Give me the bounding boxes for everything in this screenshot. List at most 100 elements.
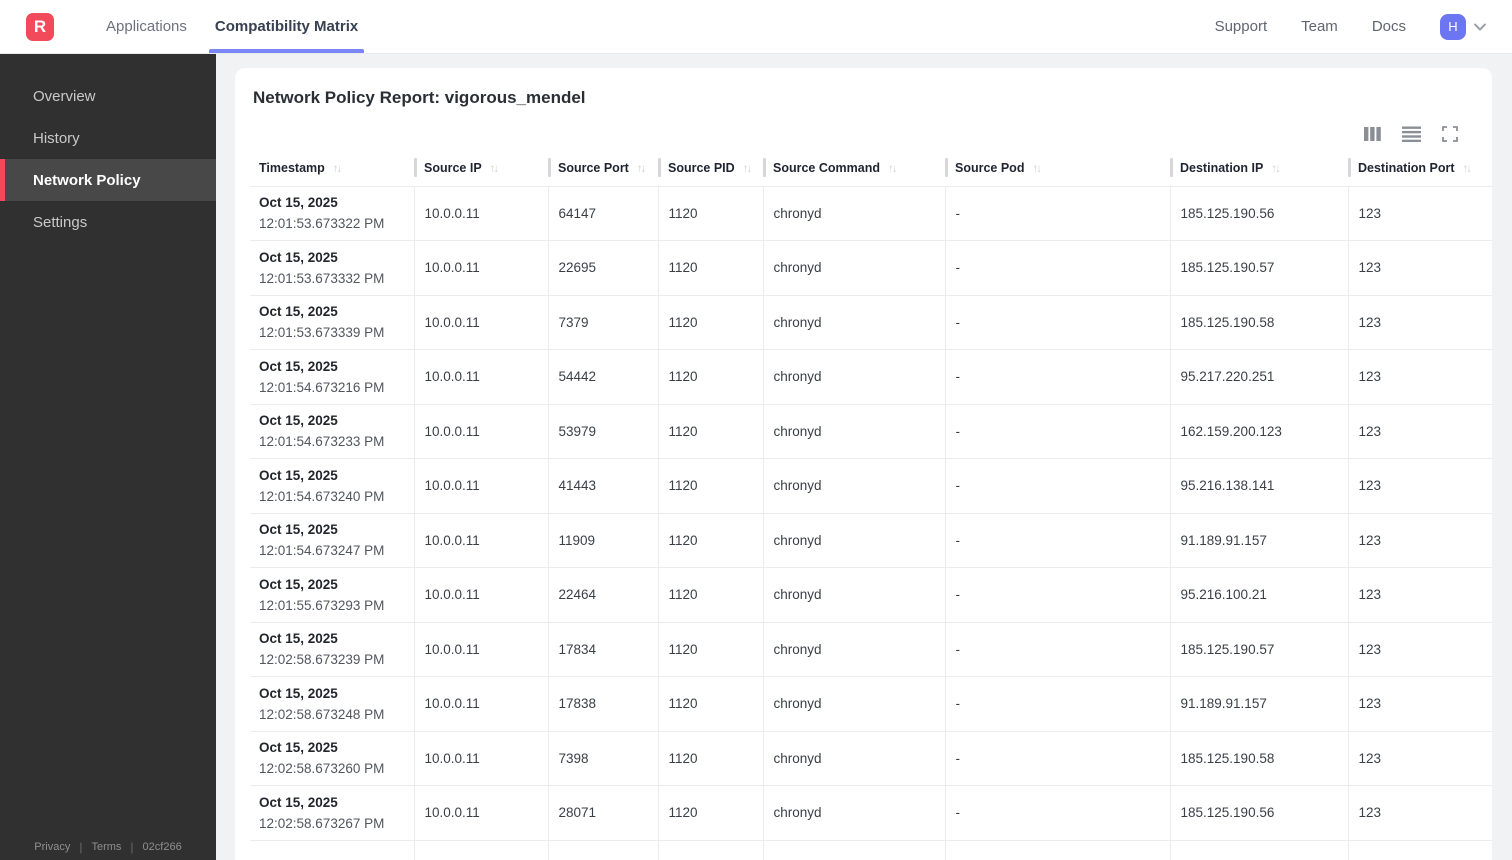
table-toolbar: [235, 124, 1492, 144]
column-header-source_pid[interactable]: Source PID ↑↓: [658, 156, 763, 186]
cell-source_pid: 1120: [657, 458, 763, 513]
tab-applications[interactable]: Applications: [92, 0, 201, 53]
cell-source_command: chronyd: [762, 512, 945, 568]
sort-icon[interactable]: ↑↓: [1271, 163, 1280, 175]
cell-source_pid: 1120: [657, 730, 763, 786]
cell-destination_port: 123: [1347, 185, 1492, 241]
cell-source_pod: -: [944, 403, 1170, 459]
cell-source_pid: 1120: [657, 185, 763, 241]
cell-destination_port: 123: [1347, 240, 1492, 295]
column-label: Source Port: [558, 160, 629, 175]
support-link[interactable]: Support: [1215, 18, 1268, 35]
cell-timestamp: Oct 15, 2025 12:01:54.673247 PM: [250, 512, 414, 568]
cell-source_pid: 1120: [657, 512, 763, 568]
user-menu[interactable]: H: [1440, 13, 1488, 40]
page-title: Network Policy Report: vigorous_mendel: [253, 88, 586, 107]
team-link[interactable]: Team: [1301, 18, 1338, 35]
top-right-links: Support Team Docs H: [1215, 0, 1512, 53]
cell-destination_port: 123: [1347, 676, 1492, 731]
table-row: Oct 15, 2025 12:01:53.673339 PM 10.0.0.11 7…: [250, 294, 1492, 350]
timestamp-time: 12:01:53.673339 PM: [259, 325, 385, 341]
sort-icon[interactable]: ↑↓: [637, 163, 646, 175]
cell-source_ip: 10.0.0.11: [413, 403, 548, 459]
cell-source_ip: 10.0.0.11: [413, 567, 548, 622]
sort-icon[interactable]: ↑↓: [888, 163, 897, 175]
cell-source_ip: 10.0.0.11: [413, 240, 548, 295]
docs-link[interactable]: Docs: [1372, 18, 1406, 35]
column-header-timestamp[interactable]: Timestamp ↑↓: [250, 156, 414, 186]
sort-icon[interactable]: ↑↓: [1032, 163, 1041, 175]
timestamp-time: 12:02:58.673267 PM: [259, 815, 385, 831]
sort-icon[interactable]: ↑↓: [333, 163, 342, 175]
cell-destination_port: 123: [1347, 621, 1492, 677]
cell-destination_ip: 95.216.100.21: [1169, 567, 1348, 622]
sidebar-item-overview[interactable]: Overview: [0, 75, 216, 117]
app-logo[interactable]: R: [26, 12, 54, 41]
cell-timestamp: Oct 15, 2025: [250, 839, 414, 860]
columns-icon[interactable]: [1364, 126, 1381, 142]
cell-destination_port: 123: [1347, 403, 1492, 459]
cell-source_port: 53979: [547, 403, 658, 459]
column-label: Timestamp: [259, 160, 325, 175]
fullscreen-icon[interactable]: [1442, 126, 1458, 142]
timestamp-date: Oct 15, 2025: [259, 195, 338, 211]
column-header-destination_port[interactable]: Destination Port ↑↓: [1348, 156, 1492, 186]
rows-icon[interactable]: [1402, 126, 1421, 142]
cell-source_pod: -: [944, 349, 1170, 404]
terms-link[interactable]: Terms: [91, 841, 121, 853]
cell-source_command: chronyd: [762, 294, 945, 350]
cell-source_pod: -: [944, 458, 1170, 513]
cell-source_ip: 10.0.0.11: [413, 512, 548, 568]
column-header-source_port[interactable]: Source Port ↑↓: [548, 156, 658, 186]
cell-source_port: 54442: [547, 349, 658, 404]
cell-source_command: [762, 839, 945, 860]
sidebar-item-settings[interactable]: Settings: [0, 201, 216, 243]
timestamp-time: 12:01:54.673233 PM: [259, 434, 385, 450]
cell-destination_port: 123: [1347, 512, 1492, 568]
column-header-destination_ip[interactable]: Destination IP ↑↓: [1170, 156, 1348, 186]
timestamp-date: Oct 15, 2025: [259, 522, 338, 538]
cell-source_pid: 1120: [657, 676, 763, 731]
sort-icon[interactable]: ↑↓: [1463, 163, 1472, 175]
chevron-down-icon[interactable]: [1472, 19, 1488, 35]
sidebar-item-history[interactable]: History: [0, 117, 216, 159]
privacy-link[interactable]: Privacy: [34, 841, 70, 853]
cell-destination_ip: 185.125.190.56: [1169, 185, 1348, 241]
cell-source_ip: 10.0.0.11: [413, 458, 548, 513]
table-row: Oct 15, 2025 12:01:53.673322 PM 10.0.0.11 6…: [250, 185, 1492, 241]
cell-source_pid: [657, 839, 763, 860]
timestamp-time: 12:01:54.673247 PM: [259, 543, 385, 559]
cell-source_command: chronyd: [762, 185, 945, 241]
cell-source_pod: [944, 839, 1170, 860]
cell-timestamp: Oct 15, 2025 12:01:53.673332 PM: [250, 240, 414, 295]
column-header-source_ip[interactable]: Source IP ↑↓: [414, 156, 548, 186]
cell-destination_port: 123: [1347, 349, 1492, 404]
cell-source_port: 17834: [547, 621, 658, 677]
sidebar-footer: Privacy | Terms | 02cf266: [0, 840, 216, 854]
cell-source_ip: 10.0.0.11: [413, 676, 548, 731]
timestamp-date: Oct 15, 2025: [259, 413, 338, 429]
timestamp-date: Oct 15, 2025: [259, 304, 338, 320]
cell-source_port: 22464: [547, 567, 658, 622]
sidebar-item-network-policy[interactable]: Network Policy: [0, 159, 216, 201]
sort-icon[interactable]: ↑↓: [490, 163, 499, 175]
cell-source_port: 7379: [547, 294, 658, 350]
column-header-source_pod[interactable]: Source Pod ↑↓: [945, 156, 1170, 186]
table-row: Oct 15, 2025 12:01:54.673247 PM 10.0.0.11 1…: [250, 512, 1492, 568]
column-header-source_command[interactable]: Source Command ↑↓: [763, 156, 945, 186]
avatar[interactable]: H: [1440, 13, 1466, 40]
tab-compatibility-matrix[interactable]: Compatibility Matrix: [201, 0, 372, 53]
cell-destination_ip: 95.216.138.141: [1169, 458, 1348, 513]
cell-source_pod: -: [944, 512, 1170, 568]
timestamp-date: Oct 15, 2025: [259, 631, 338, 647]
build-id: 02cf266: [142, 841, 182, 853]
column-label: Source Command: [773, 160, 880, 175]
cell-source_ip: 10.0.0.11: [413, 185, 548, 241]
sort-icon[interactable]: ↑↓: [743, 163, 752, 175]
cell-destination_port: 123: [1347, 785, 1492, 840]
cell-source_command: chronyd: [762, 240, 945, 295]
table-row: Oct 15, 2025 12:01:54.673240 PM 10.0.0.11 4…: [250, 458, 1492, 513]
cell-timestamp: Oct 15, 2025 12:02:58.673267 PM: [250, 785, 414, 840]
cell-source_port: 41443: [547, 458, 658, 513]
cell-timestamp: Oct 15, 2025 12:02:58.673239 PM: [250, 621, 414, 677]
